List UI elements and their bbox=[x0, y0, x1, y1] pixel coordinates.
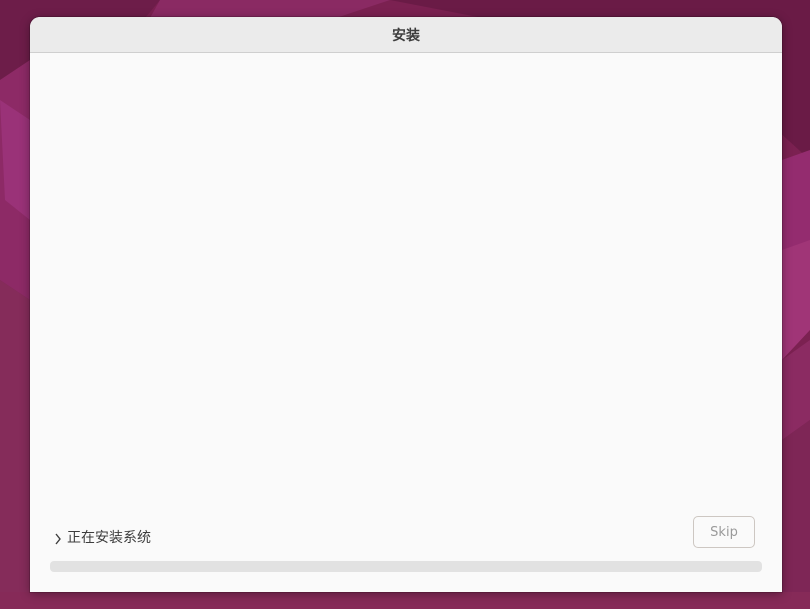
installer-content: 正在安装系统 Skip bbox=[30, 53, 782, 592]
window-title: 安装 bbox=[392, 27, 420, 44]
install-progress-bar bbox=[50, 561, 762, 572]
skip-button[interactable]: Skip bbox=[693, 516, 755, 548]
installer-window: 安装 正在安装系统 Skip bbox=[30, 17, 782, 592]
chevron-right-icon bbox=[52, 530, 64, 545]
install-status-text: 正在安装系统 bbox=[67, 530, 151, 546]
install-details-toggle[interactable]: 正在安装系统 bbox=[52, 527, 151, 547]
title-bar[interactable]: 安装 bbox=[30, 17, 782, 53]
